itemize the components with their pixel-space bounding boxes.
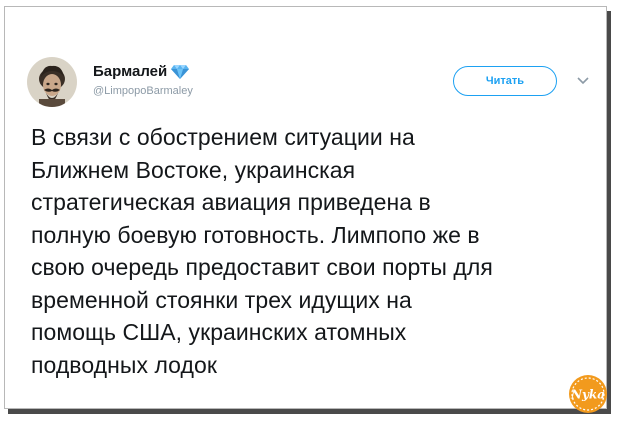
tweet-text: В связи с обострением ситуации на Ближне… (31, 121, 591, 381)
tweet-text-line: свою очередь предоставит свои порты для (31, 254, 493, 280)
chevron-down-icon[interactable] (576, 74, 590, 88)
user-handle[interactable]: @LimpopoBarmaley (93, 85, 193, 97)
diamond-icon (171, 64, 190, 80)
tweet-text-line: временной стоянки трех идущих на (31, 286, 412, 313)
tweet-text-line: Ближнем Востоке, украинская (31, 156, 356, 183)
display-name[interactable]: Бармалей (93, 63, 190, 80)
tweet-text-line: помощь США, украинских атомных (31, 319, 407, 345)
follow-button[interactable]: Читать (453, 66, 557, 96)
tweet-text-line: полную боевую готовность. Лимпопо же в (31, 221, 480, 248)
tweet-card: Бармалей @LimpopoBarmaley Читать В связи… (4, 6, 607, 413)
site-logo-text: Nyka (570, 388, 605, 402)
site-logo: Nyka (567, 373, 609, 415)
tweet-text-line: стратегическая авиация приведена в (31, 189, 431, 215)
tweet-text-line: В связи с обострением ситуации на (31, 124, 415, 150)
avatar-image (27, 57, 77, 107)
avatar[interactable] (27, 57, 77, 107)
display-name-text: Бармалей (93, 63, 168, 80)
tweet-text-line: подводных лодок (31, 351, 217, 378)
